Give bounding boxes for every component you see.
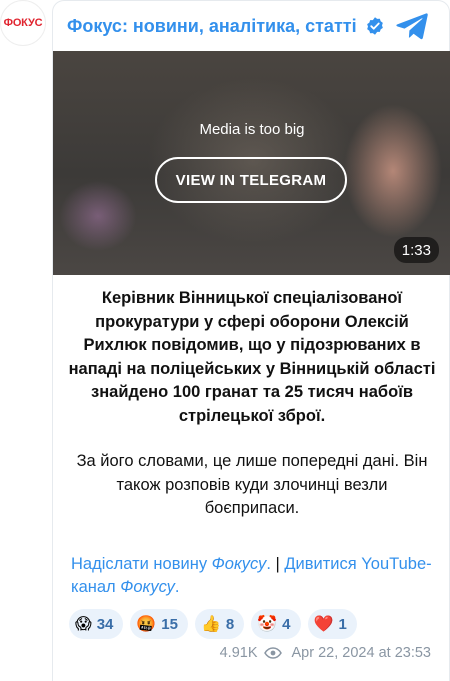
post-paragraph-lead: Керівник Вінницької спеціалізованої прок… xyxy=(68,289,436,425)
reaction-cursing[interactable]: 🤬 15 xyxy=(130,609,188,639)
reaction-count: 8 xyxy=(225,615,235,633)
post-header: Фокус: новини, аналітика, статті xyxy=(53,1,449,51)
telegram-logo-icon[interactable] xyxy=(395,11,429,41)
post-paragraph: За його словами, це лише попередні дані.… xyxy=(76,452,428,517)
reaction-thumbs-up[interactable]: 👍 8 xyxy=(194,609,245,639)
reaction-screaming[interactable]: 😱 34 xyxy=(69,609,124,639)
video-duration-badge: 1:33 xyxy=(393,237,439,263)
eye-icon xyxy=(263,647,282,659)
avatar-logo-text: ФОКУС xyxy=(3,17,43,29)
post-text: Керівник Вінницької спеціалізованої прок… xyxy=(53,287,450,521)
screaming-face-icon: 😱 xyxy=(75,614,92,633)
channel-name-link[interactable]: Фокус: новини, аналітика, статті xyxy=(67,16,357,37)
post-timestamp-link[interactable]: Apr 22, 2024 at 23:53 xyxy=(292,645,431,661)
reaction-count: 34 xyxy=(96,615,114,633)
reactions-bar: 😱 34 🤬 15 👍 8 🤡 4 ❤️ 1 xyxy=(69,609,357,639)
channel-avatar[interactable]: ФОКУС xyxy=(0,0,46,46)
reaction-count: 1 xyxy=(338,615,347,633)
links-separator: | xyxy=(270,555,285,573)
video-preview[interactable]: Media is too big VIEW IN TELEGRAM 1:33 xyxy=(53,51,450,275)
post-links: Надіслати новину Фокусу. | Дивитися YouT… xyxy=(71,553,441,599)
reaction-count: 15 xyxy=(161,615,178,633)
cursing-face-icon: 🤬 xyxy=(136,614,157,633)
view-count: 4.91K xyxy=(219,645,258,661)
reaction-count: 4 xyxy=(282,615,291,633)
media-too-big-notice: Media is too big xyxy=(199,121,305,138)
post-meta: 4.91K Apr 22, 2024 at 23:53 xyxy=(220,645,431,661)
post-card: Фокус: новини, аналітика, статті Media i… xyxy=(52,0,450,681)
view-in-telegram-button[interactable]: VIEW IN TELEGRAM xyxy=(155,157,347,203)
verified-badge-icon xyxy=(366,17,383,35)
reaction-heart[interactable]: ❤️ 1 xyxy=(307,609,357,639)
reaction-clown[interactable]: 🤡 4 xyxy=(251,609,301,639)
send-news-link[interactable]: Надіслати новину Фокусу. xyxy=(71,555,271,573)
red-heart-icon: ❤️ xyxy=(313,614,334,633)
thumbs-up-icon: 👍 xyxy=(200,614,221,633)
clown-face-icon: 🤡 xyxy=(257,614,278,633)
